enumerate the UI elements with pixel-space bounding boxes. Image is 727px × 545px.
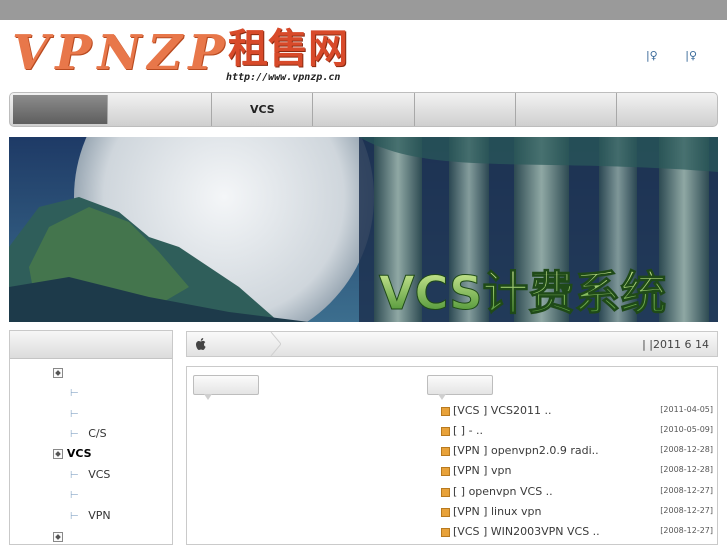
nav-item-7[interactable]	[617, 93, 717, 126]
expand-icon	[53, 449, 63, 459]
top-link-1[interactable]: |♀	[646, 49, 658, 62]
expand-icon	[53, 532, 63, 542]
bullet-icon	[441, 528, 450, 537]
top-link-2[interactable]: |♀	[685, 49, 697, 62]
nav-item-4[interactable]	[313, 93, 415, 126]
bullet-icon	[441, 488, 450, 497]
branch-icon: ⊢	[70, 388, 79, 399]
bullet-icon	[441, 407, 450, 416]
site-url: http://www.vpnzp.cn	[226, 72, 341, 83]
tree-item[interactable]: ⊢	[70, 386, 79, 399]
bullet-icon	[441, 508, 450, 517]
nav-item-5[interactable]	[415, 93, 516, 126]
expand-icon	[53, 368, 63, 378]
apple-icon	[196, 338, 206, 350]
main-nav: VCS	[9, 92, 718, 127]
nav-item-2[interactable]	[111, 93, 213, 126]
banner-illustration: VCS计费系统	[9, 137, 718, 322]
tab-left[interactable]	[193, 375, 259, 400]
tree-item[interactable]	[53, 366, 63, 379]
branch-icon: ⊢	[70, 429, 79, 440]
list-item[interactable]: [VPN ] linux vpn [2008-12-27]	[441, 502, 713, 522]
content-panel: [VCS ] VCS2011 .. [2011-04-05] [ ] - .. …	[186, 366, 718, 545]
bullet-icon	[441, 447, 450, 456]
site-logo[interactable]: VPNZP	[12, 27, 230, 79]
top-links: |♀ |♀	[622, 49, 697, 62]
bullet-icon	[441, 467, 450, 476]
nav-item-vcs[interactable]: VCS	[212, 93, 314, 126]
tree-item[interactable]: ⊢ C/S	[70, 427, 107, 440]
site-logo-cn[interactable]: 租售网	[228, 25, 348, 73]
tree-item[interactable]: ⊢	[70, 488, 79, 501]
tree-item[interactable]: ⊢ VPN	[70, 509, 111, 522]
list-item[interactable]: [VPN ] openvpn2.0.9 radi.. [2008-12-28]	[441, 441, 713, 461]
breadcrumb: | |2011 6 14	[186, 331, 718, 357]
branch-icon: ⊢	[70, 470, 79, 481]
bullet-icon	[441, 427, 450, 436]
sidebar: ⊢ ⊢ ⊢ C/S VCS ⊢ VCS ⊢ ⊢ VPN	[9, 330, 173, 545]
list-item[interactable]: [VCS ] VCS2011 .. [2011-04-05]	[441, 401, 713, 421]
breadcrumb-separator	[270, 332, 281, 356]
sidebar-header	[10, 331, 172, 359]
nav-item-6[interactable]	[516, 93, 617, 126]
branch-icon: ⊢	[70, 490, 79, 501]
branch-icon: ⊢	[70, 409, 79, 420]
tab-news[interactable]	[427, 375, 493, 400]
tree-item[interactable]: ⊢ VCS	[70, 468, 110, 481]
list-item[interactable]: [ ] openvpn VCS .. [2008-12-27]	[441, 482, 713, 502]
banner-caption: VCS计费系统	[379, 266, 666, 320]
hero-banner: VCS计费系统	[9, 137, 718, 322]
breadcrumb-date: | |2011 6 14	[642, 338, 709, 351]
top-bar	[0, 0, 727, 20]
list-item[interactable]: [VPN ] vpn [2008-12-28]	[441, 461, 713, 481]
site-header: VPNZP 租售网 http://www.vpnzp.cn |♀ |♀	[0, 20, 727, 88]
list-item[interactable]: [ ] - .. [2010-05-09]	[441, 421, 713, 441]
list-item[interactable]: [VCS ] WIN2003VPN VCS .. [2008-12-27]	[441, 522, 713, 542]
tree-item[interactable]	[53, 530, 63, 543]
tree-item[interactable]: ⊢	[70, 407, 79, 420]
tree-item-vcs[interactable]: VCS	[53, 447, 92, 460]
branch-icon: ⊢	[70, 511, 79, 522]
nav-item-home[interactable]	[13, 95, 109, 124]
